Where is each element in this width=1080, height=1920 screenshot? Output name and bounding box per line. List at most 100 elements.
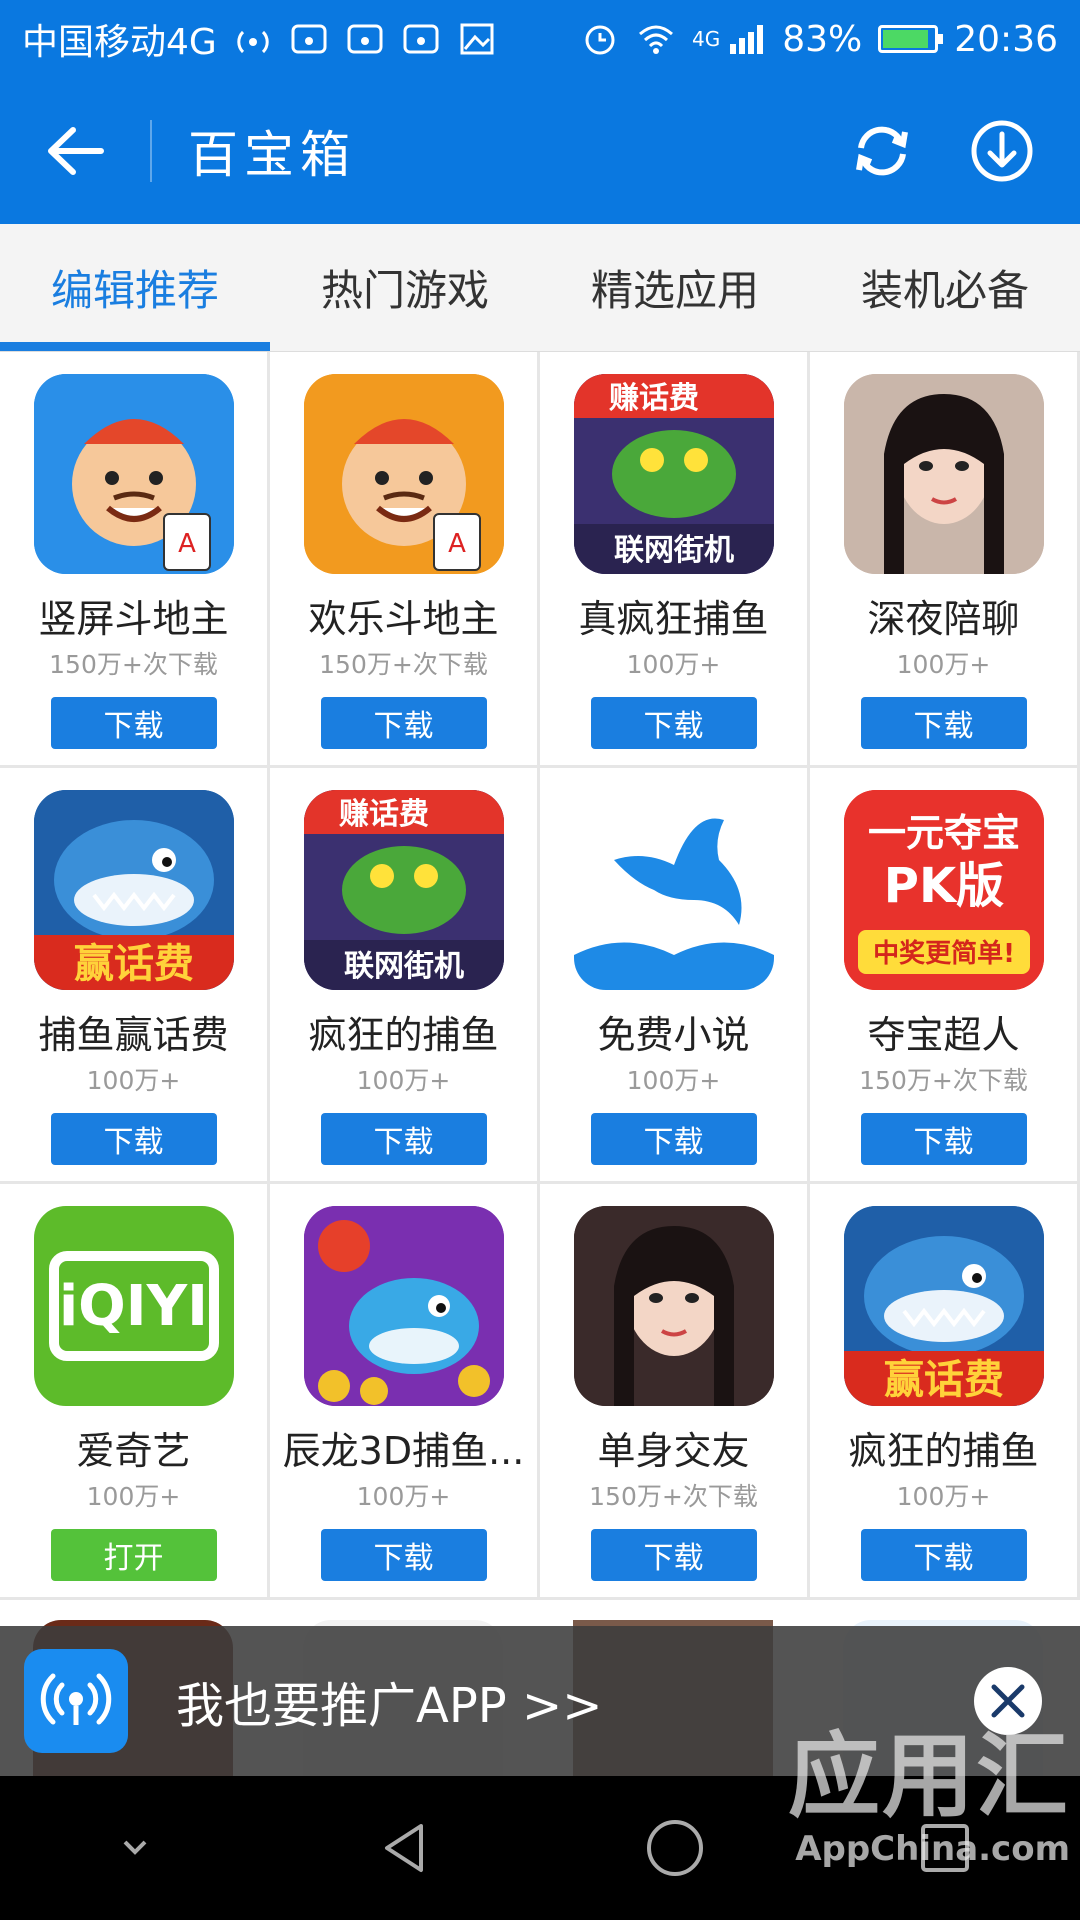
app-card[interactable]: 赢话费 捕鱼赢话费 100万+ 下载: [0, 768, 270, 1184]
svg-text:赚话费: 赚话费: [609, 381, 699, 416]
fish-arcade-icon[interactable]: 赚话费联网街机: [303, 790, 504, 990]
treasure-icon[interactable]: 一元夺宝 PK版中奖更简单!: [843, 790, 1044, 990]
status-left: 中国移动4G: [22, 13, 497, 65]
app-name: 欢乐斗地主: [308, 597, 499, 641]
alarm-icon: [580, 22, 620, 56]
app-name: 真疯狂捕鱼: [578, 597, 769, 641]
app-name: 爱奇艺: [76, 1429, 191, 1473]
appchina-watermark: 应用汇 AppChina.com: [650, 1702, 1070, 1902]
triangle-back-icon: [385, 1824, 423, 1872]
download-button[interactable]: 下载: [50, 697, 217, 749]
app-name: 深夜陪聊: [867, 597, 1020, 641]
battery-percent: 83%: [782, 18, 863, 60]
download-button[interactable]: 下载: [860, 697, 1027, 749]
hotspot-icon: [233, 22, 273, 56]
signal-icon: [726, 22, 766, 56]
nav-back-button[interactable]: [345, 1788, 465, 1908]
app-card[interactable]: 赢话费疯狂的捕鱼 100万+ 下载: [810, 1184, 1080, 1600]
download-count: 100万+: [356, 1482, 451, 1511]
app-card[interactable]: 深夜陪聊 100万+ 下载: [810, 352, 1080, 768]
status-right: 4G 83% 20:36: [580, 19, 1058, 60]
app-card[interactable]: 单身交友 150万+次下载下载: [540, 1184, 810, 1600]
svg-text:赢话费: 赢话费: [884, 1357, 1004, 1403]
tab-selected-apps[interactable]: 精选应用: [540, 224, 810, 351]
download-manager-button[interactable]: [942, 78, 1062, 224]
app-name: 夺宝超人: [867, 1013, 1020, 1057]
download-button[interactable]: 下载: [320, 697, 487, 749]
app-card[interactable]: 辰龙3D捕鱼... 100万+ 下载: [270, 1184, 540, 1600]
svg-text:赚话费: 赚话费: [339, 797, 429, 832]
iqiyi-icon[interactable]: iQIYI: [33, 1206, 234, 1406]
watermark-logo-text: 应用汇: [787, 1723, 1070, 1830]
app-card[interactable]: iQIYI 爱奇艺 100万+ 打开: [0, 1184, 270, 1600]
app-name: 竖屏斗地主: [38, 597, 229, 641]
download-button[interactable]: 下载: [320, 1529, 487, 1581]
app-name: 疯狂的捕鱼: [848, 1429, 1039, 1473]
app-name: 免费小说: [597, 1013, 750, 1057]
hotspot-icon: [345, 22, 385, 56]
open-button[interactable]: 打开: [50, 1529, 217, 1581]
back-arrow-icon: [48, 127, 104, 175]
page-title: 百宝箱: [188, 126, 356, 184]
portrait-photo-icon[interactable]: [843, 374, 1044, 574]
shark-icon[interactable]: 赢话费: [33, 790, 234, 990]
download-button[interactable]: 下载: [590, 1529, 757, 1581]
download-button[interactable]: 下载: [320, 1113, 487, 1165]
tab-must-have[interactable]: 装机必备: [810, 224, 1080, 351]
watermark-url: AppChina.com: [795, 1829, 1070, 1869]
svg-text:联网街机: 联网街机: [344, 949, 464, 984]
download-button[interactable]: 下载: [50, 1113, 217, 1165]
broadcast-icon: [24, 1649, 128, 1753]
download-count: 100万+: [86, 1482, 181, 1511]
svg-text:A: A: [448, 529, 466, 559]
wifi-icon: [636, 22, 676, 56]
rocket-shark-icon[interactable]: [303, 1206, 504, 1406]
app-card[interactable]: 赚话费 联网街机 疯狂的捕鱼 100万+ 下载: [270, 768, 540, 1184]
app-card[interactable]: 赚话费联网街机真疯狂捕鱼 100万+ 下载: [540, 352, 810, 768]
shark-icon[interactable]: 赢话费: [843, 1206, 1044, 1406]
download-count: 100万+: [896, 1482, 991, 1511]
tab-hot-games[interactable]: 热门游戏: [270, 224, 540, 351]
poker-farmer-icon[interactable]: A: [303, 374, 504, 574]
download-count: 100万+: [896, 650, 991, 679]
svg-text:中奖更简单!: 中奖更简单!: [873, 938, 1015, 969]
download-count: 100万+: [626, 650, 721, 679]
iqiyi-logo: iQIYI: [48, 1251, 219, 1361]
app-name: 捕鱼赢话费: [38, 1013, 229, 1057]
fish-arcade-icon[interactable]: 赚话费联网街机: [573, 374, 774, 574]
app-card[interactable]: 一元夺宝 PK版中奖更简单! 夺宝超人 150万+次下载下载: [810, 768, 1080, 1184]
app-card[interactable]: A 欢乐斗地主 150万+次下载 下载: [270, 352, 540, 768]
download-button[interactable]: 下载: [860, 1113, 1027, 1165]
download-count: 100万+: [626, 1066, 721, 1095]
nav-collapse-button[interactable]: [75, 1788, 195, 1908]
app-card[interactable]: 免费小说 100万+ 下载: [540, 768, 810, 1184]
status-bar: 中国移动4G 4G 83% 20:36: [0, 0, 1080, 78]
app-card[interactable]: A 竖屏斗地主 150万+次下载下载: [0, 352, 270, 768]
app-name: 辰龙3D捕鱼...: [282, 1429, 525, 1473]
download-count: 150万+次下载: [49, 650, 218, 679]
refresh-button[interactable]: [822, 78, 942, 224]
download-count: 150万+次下载: [859, 1066, 1028, 1095]
image-icon: [457, 22, 497, 56]
svg-text:PK版: PK版: [883, 858, 1003, 914]
poker-king-icon[interactable]: A: [33, 374, 234, 574]
refresh-icon: [856, 126, 908, 176]
app-grid: A 竖屏斗地主 150万+次下载 下载 A 欢乐斗地主 150万+次下载 下载 赚话费 联网街机真…: [0, 352, 1080, 1600]
dolphin-icon[interactable]: [573, 790, 774, 990]
download-circle-icon: [971, 120, 1033, 182]
back-button[interactable]: [0, 78, 150, 224]
svg-text:一元夺宝: 一元夺宝: [867, 811, 1019, 855]
tab-editor-picks[interactable]: 编辑推荐: [0, 224, 270, 351]
download-button[interactable]: 下载: [590, 697, 757, 749]
app-name: 单身交友: [597, 1429, 750, 1473]
download-count: 150万+次下载: [589, 1482, 758, 1511]
portrait-photo-icon[interactable]: [573, 1206, 774, 1406]
download-button[interactable]: 下载: [590, 1113, 757, 1165]
svg-text:联网街机: 联网街机: [614, 533, 734, 568]
network-badge: 4G: [692, 26, 721, 51]
carrier-label: 中国移动4G: [22, 22, 217, 63]
hotspot-icon: [401, 22, 441, 56]
download-button[interactable]: 下载: [860, 1529, 1027, 1581]
clock: 20:36: [954, 18, 1058, 60]
chevron-down-icon: [123, 1840, 147, 1855]
